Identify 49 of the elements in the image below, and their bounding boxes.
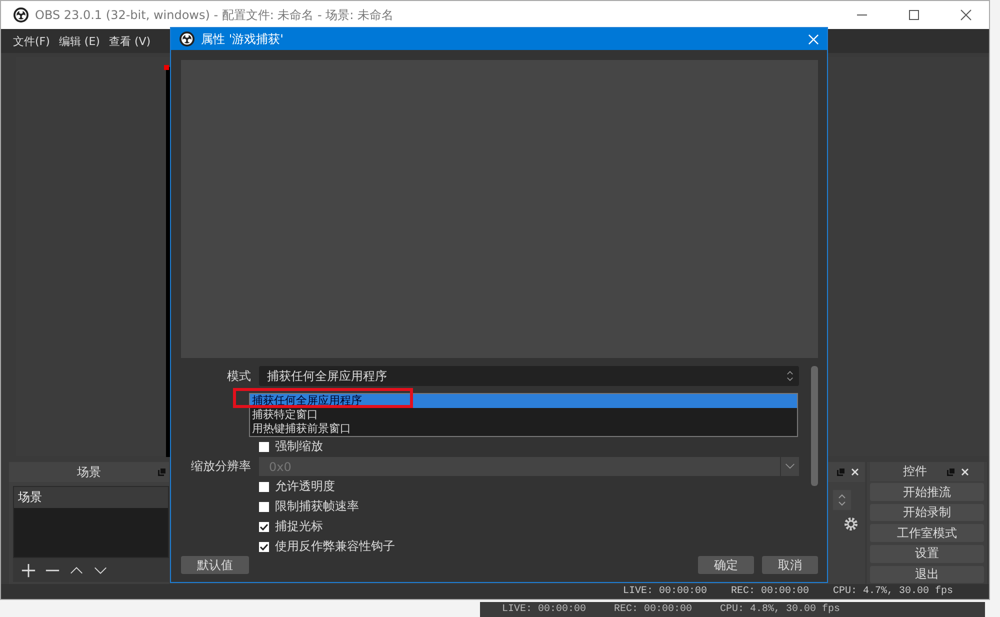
maximize-icon[interactable] <box>908 9 920 21</box>
spin-arrows-icon[interactable] <box>833 490 851 510</box>
control-button[interactable]: 工作室模式 <box>870 524 984 542</box>
window-title: OBS 23.0.1 (32-bit, windows) - 配置文件: 未命名 - 场景: 未命名 <box>35 6 394 24</box>
control-button[interactable]: 开始推流 <box>870 483 984 501</box>
checkbox[interactable] <box>259 522 269 532</box>
menu-item[interactable]: 编辑 (E) <box>58 34 100 48</box>
dock-title: 场景 <box>77 464 101 480</box>
checkbox[interactable] <box>259 502 269 512</box>
defaults-button[interactable]: 默认值 <box>181 556 249 574</box>
menu-item[interactable]: 文件(F) <box>13 34 50 48</box>
gear-icon[interactable] <box>843 516 859 532</box>
checkbox[interactable] <box>259 542 269 552</box>
spin-arrows-icon <box>785 369 795 383</box>
cpu-reading: CPU: 4.7%, 30.00 fps <box>833 586 954 597</box>
scrollbar[interactable] <box>811 366 818 486</box>
cpu-reading: CPU: 4.8%, 30.00 fps <box>720 604 840 615</box>
dropdown-option[interactable]: 用热键捕获前景窗口 <box>250 422 797 436</box>
checkbox-label: 强制缩放 <box>275 438 323 455</box>
control-button[interactable]: 开始录制 <box>870 504 984 522</box>
menu-item[interactable]: 查看 (V) <box>108 34 151 48</box>
rec-time: REC: 00:00:00 <box>614 604 692 615</box>
ok-button[interactable]: 确定 <box>698 556 754 574</box>
chevron-down-icon <box>785 463 795 470</box>
checkbox-label: 限制捕获帧速率 <box>275 498 359 515</box>
dropdown-option[interactable]: 捕获特定窗口 <box>250 408 797 422</box>
checkbox[interactable] <box>259 442 269 452</box>
cancel-button[interactable]: 取消 <box>762 556 818 574</box>
checkbox[interactable] <box>259 482 269 492</box>
logo-icon <box>13 7 29 23</box>
checkbox-label: 使用反作弊兼容性钩子 <box>275 538 395 555</box>
live-time: LIVE: 00:00:00 <box>502 604 586 615</box>
checkbox-label: 允许透明度 <box>275 478 335 495</box>
field-label: 模式 <box>226 368 252 384</box>
add-icon[interactable] <box>21 562 36 578</box>
source-handle[interactable] <box>164 65 169 70</box>
mode-dropdown[interactable]: 捕获任何全屏应用程序 <box>259 366 799 386</box>
dialog-title: 属性 '游戏捕获' <box>201 30 284 48</box>
logo-icon <box>179 31 195 47</box>
dropdown-option[interactable]: 捕获任何全屏应用程序 <box>250 394 797 408</box>
control-button[interactable]: 退出 <box>870 566 984 584</box>
control-button[interactable]: 设置 <box>870 545 984 563</box>
live-time: LIVE: 00:00:00 <box>623 586 708 597</box>
rec-time: REC: 00:00:00 <box>731 586 810 597</box>
checkbox-label: 捕捉光标 <box>275 518 323 535</box>
field-label: 缩放分辨率 <box>190 458 252 475</box>
dock-title: 控件 <box>903 463 927 480</box>
scene-item[interactable]: 场景 <box>14 487 168 508</box>
close-icon[interactable] <box>960 9 972 21</box>
